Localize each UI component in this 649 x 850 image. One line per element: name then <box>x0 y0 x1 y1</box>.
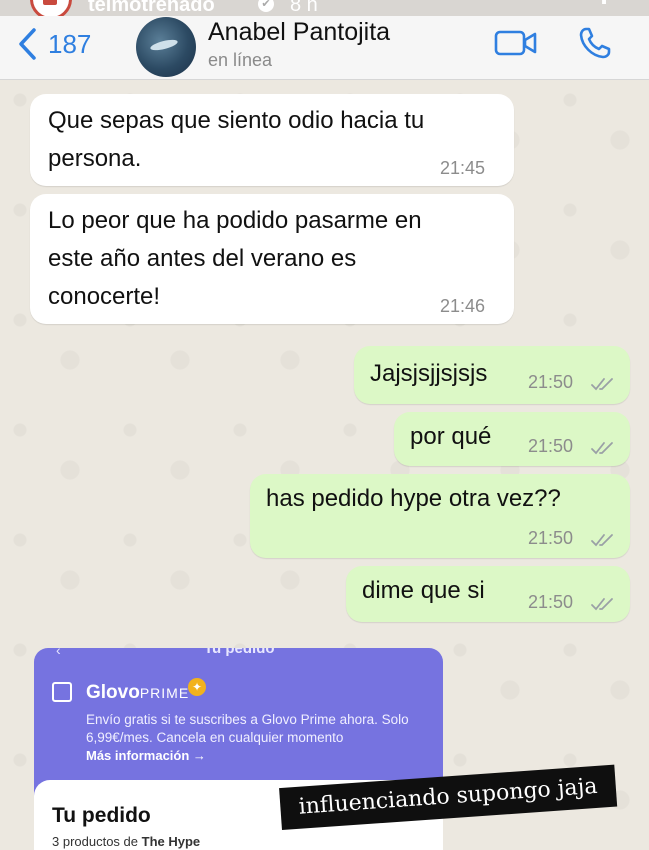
contact-name[interactable]: Anabel Pantojita <box>208 18 390 47</box>
prime-label: PRIME <box>139 685 190 701</box>
story-avatar[interactable] <box>30 0 72 16</box>
more-info-link[interactable]: Más información → <box>86 748 206 763</box>
video-camera-icon[interactable] <box>494 29 538 57</box>
phone-icon[interactable] <box>578 26 612 60</box>
incoming-message[interactable]: Lo peor que ha podido pasarme en este añ… <box>30 194 514 324</box>
double-check-icon <box>591 598 613 611</box>
message-line: este año antes del verano es <box>48 245 357 272</box>
verified-badge-icon: ✔ <box>258 0 274 12</box>
back-button[interactable]: 187 <box>16 27 91 61</box>
unread-count: 187 <box>48 28 92 59</box>
message-line: persona. <box>48 145 142 172</box>
story-username[interactable]: telmotrenado <box>88 0 215 16</box>
double-check-icon <box>591 378 613 391</box>
message-line: Lo peor que ha podido pasarme en <box>48 207 422 234</box>
chevron-left-icon: ‹ <box>56 648 61 658</box>
message-line: Que sepas que siento odio hacia tu <box>48 107 425 134</box>
message-time: 21:45 <box>440 158 486 178</box>
outgoing-message[interactable]: por qué 21:50 <box>394 412 630 466</box>
story-time: 8 h <box>290 0 318 16</box>
message-line: Jajsjsjjsjsjs <box>370 360 488 387</box>
outgoing-message[interactable]: has pedido hype otra vez?? 21:50 <box>250 474 630 558</box>
message-time: 21:46 <box>440 296 486 316</box>
message-time: 21:50 <box>528 436 574 456</box>
story-overlay: telmotrenado ✔ 8 h ⋮ <box>0 0 649 16</box>
message-line: por qué <box>410 423 492 450</box>
double-check-icon <box>591 534 613 547</box>
message-line: dime que si <box>362 577 485 604</box>
incoming-message[interactable]: Que sepas que siento odio hacia tu perso… <box>30 94 514 186</box>
prime-badge-icon: ✦ <box>188 678 206 696</box>
glovo-label: Glovo <box>86 682 140 703</box>
contact-avatar[interactable] <box>136 17 196 77</box>
order-title: Tu pedido <box>52 804 151 827</box>
chevron-left-icon <box>19 28 36 60</box>
outgoing-message[interactable]: Jajsjsjjsjsjs 21:50 <box>354 346 630 404</box>
contact-status: en línea <box>208 50 273 70</box>
message-time: 21:50 <box>528 592 574 612</box>
order-subtitle: 3 productos de The Hype <box>52 834 200 849</box>
message-time: 21:50 <box>528 528 574 548</box>
outgoing-message[interactable]: dime que si 21:50 <box>346 566 630 622</box>
prime-description: Envío gratis si te suscribes a Glovo Pri… <box>86 712 409 745</box>
prime-checkbox[interactable] <box>52 682 72 702</box>
double-check-icon <box>591 442 613 455</box>
order-header-title: Tu pedido <box>204 648 275 657</box>
message-line: conocerte! <box>48 283 161 310</box>
glovo-prime-title: GlovoPRIME <box>86 682 189 704</box>
message-time: 21:50 <box>528 372 574 392</box>
order-store: The Hype <box>141 834 201 849</box>
order-products-count: 3 productos de <box>52 834 139 849</box>
message-line: has pedido hype otra vez?? <box>266 485 561 512</box>
